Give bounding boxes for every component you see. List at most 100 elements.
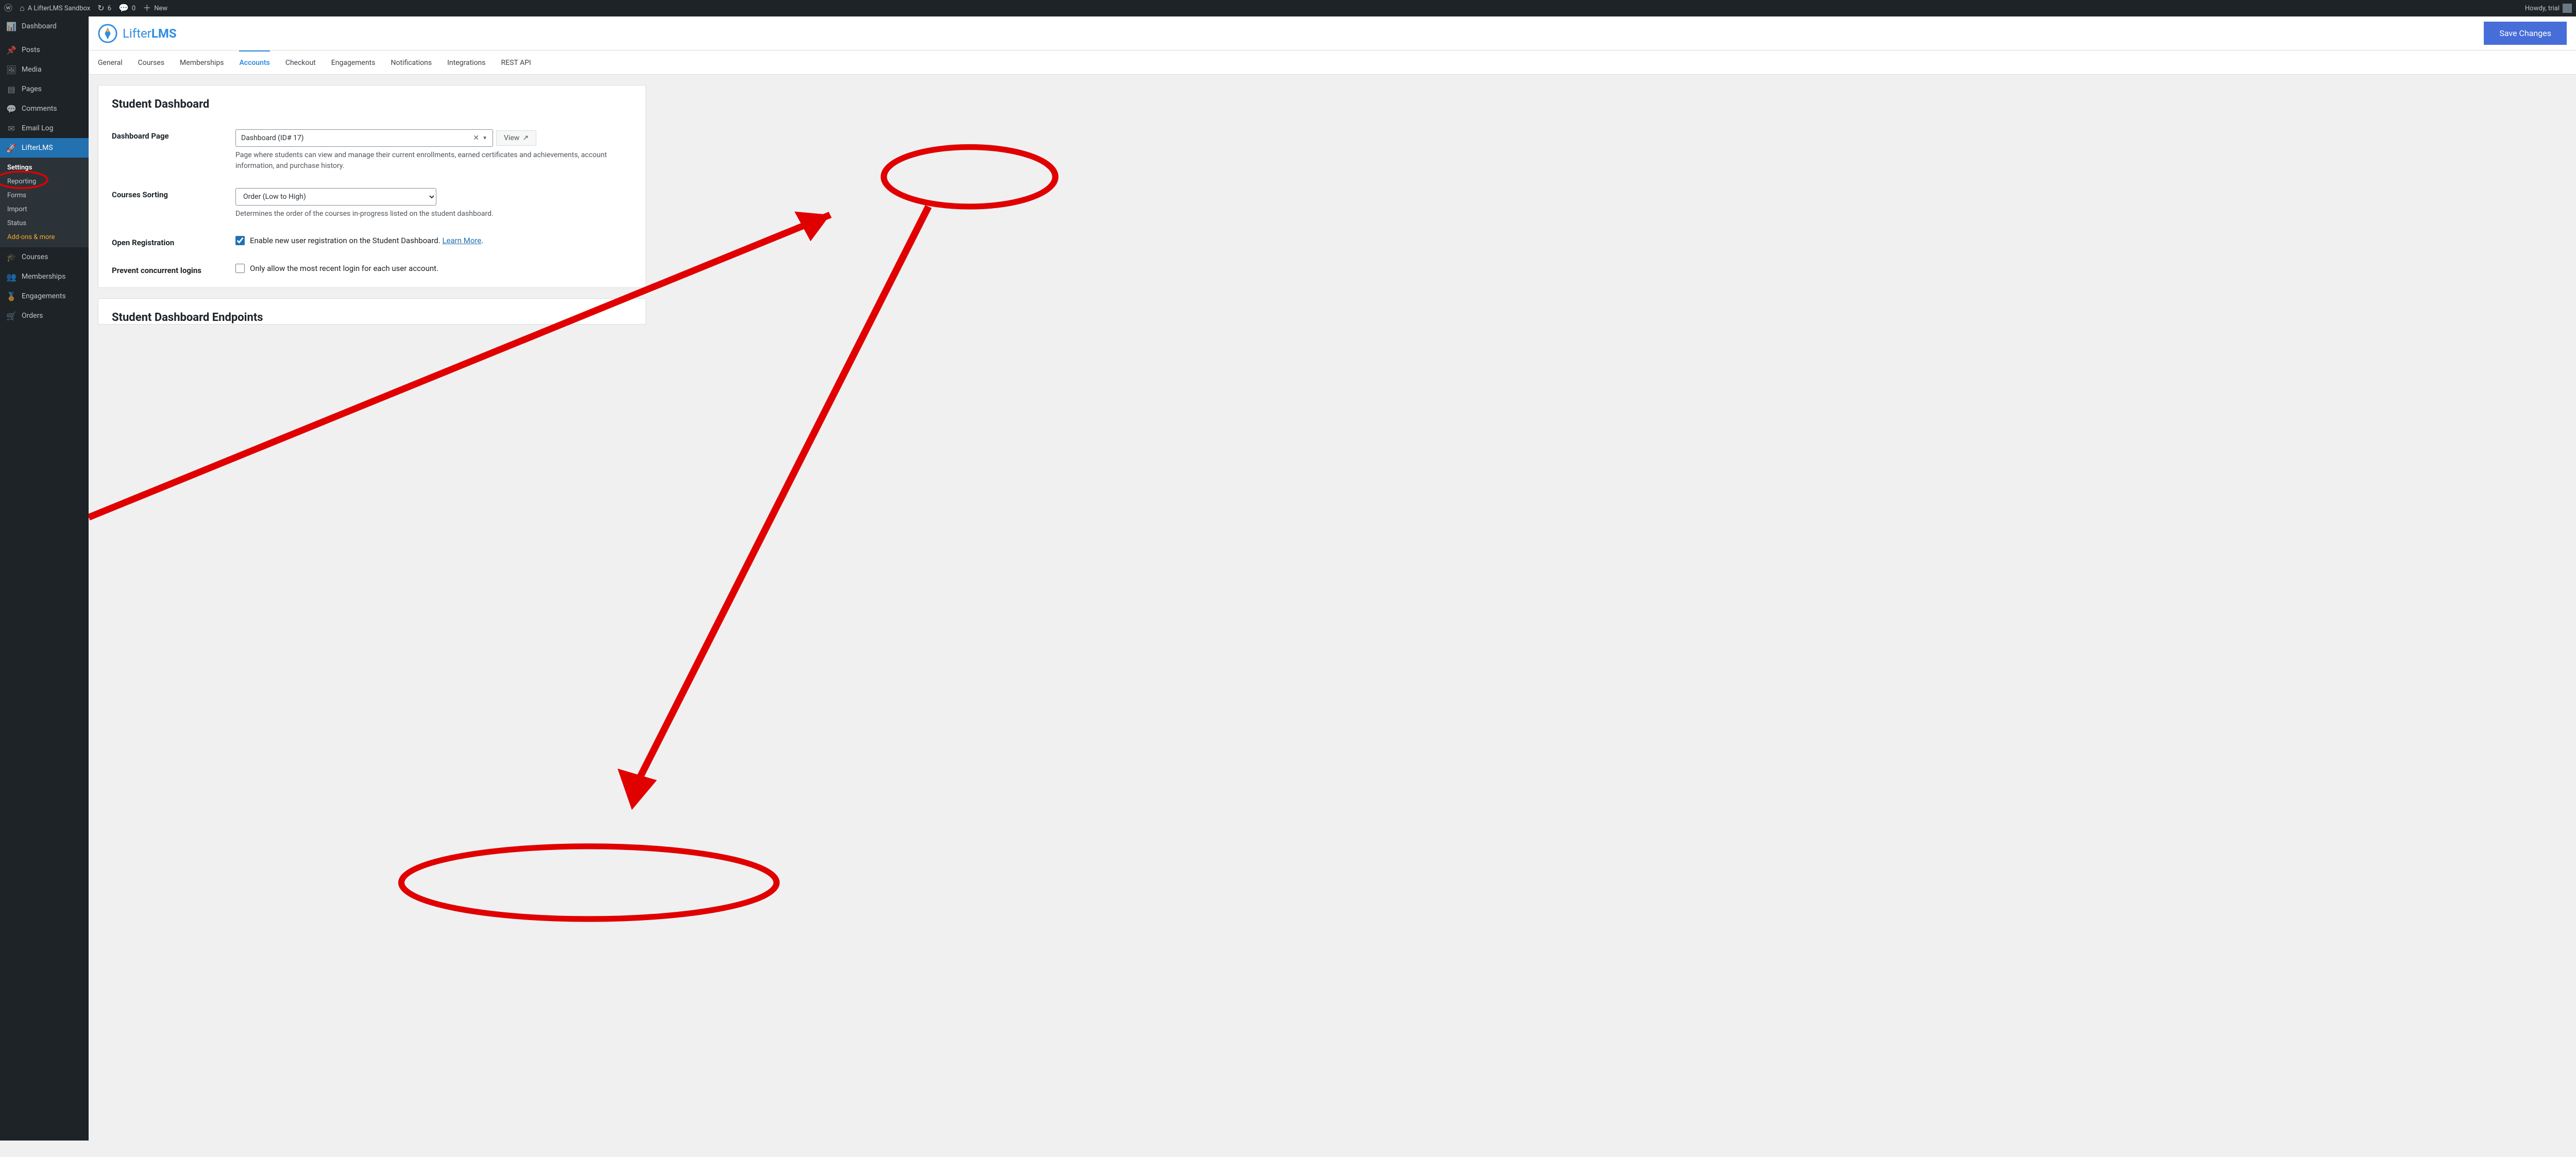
sidebar-item-dashboard[interactable]: 📊 Dashboard [0,16,89,36]
sidebar-item-label: Orders [22,312,43,320]
tab-integrations[interactable]: Integrations [447,50,485,74]
sidebar-item-email-log[interactable]: ✉ Email Log [0,118,89,138]
view-label: View [504,134,519,142]
sidebar-item-label: LifterLMS [22,144,53,152]
dashboard-icon: 📊 [6,21,16,31]
sidebar-item-media[interactable]: 🖼 Media [0,60,89,79]
label-dashboard-page: Dashboard Page [112,129,235,141]
sidebar-item-label: Comments [22,105,57,113]
tab-accounts-highlight [884,147,1055,207]
sidebar-sub-status[interactable]: Status [0,216,89,230]
people-icon: 👥 [6,271,16,282]
rocket-icon: 🚀 [6,143,16,153]
comments-link[interactable]: 💬0 [118,4,135,12]
comments-count: 0 [132,5,135,12]
help-courses-sorting: Determines the order of the courses in-p… [235,209,627,219]
account-link[interactable]: Howdy, trial [2525,4,2572,13]
sidebar-item-label: Memberships [22,273,65,281]
badge-icon: 🏅 [6,291,16,301]
pages-icon: ▤ [6,84,16,94]
dashboard-page-select[interactable]: Dashboard (ID# 17) ✕ ▼ [235,129,493,147]
sidebar-item-label: Engagements [22,292,66,300]
label-courses-sorting: Courses Sorting [112,188,235,199]
sidebar-item-pages[interactable]: ▤ Pages [0,79,89,99]
graduation-icon: 🎓 [6,252,16,262]
site-name: A LifterLMS Sandbox [28,5,91,12]
prevent-concurrent-text: Only allow the most recent login for eac… [250,264,438,273]
sidebar-sub-addons[interactable]: Add-ons & more [0,230,89,244]
sidebar-item-lifterlms[interactable]: 🚀 LifterLMS [0,138,89,158]
open-registration-checkbox[interactable] [235,236,245,245]
sidebar-item-engagements[interactable]: 🏅 Engagements [0,286,89,306]
row-dashboard-page: Dashboard Page Dashboard (ID# 17) ✕ ▼ Vi… [112,129,632,172]
media-icon: 🖼 [6,64,16,75]
home-icon: ⌂ [20,4,25,12]
chevron-down-icon: ▼ [482,135,487,141]
admin-sidebar: 📊 Dashboard 📌 Posts 🖼 Media ▤ Pages 💬 Comment… [0,16,89,1141]
sidebar-sub-import[interactable]: Import [0,202,89,216]
sidebar-item-label: Courses [22,253,48,261]
updates-link[interactable]: ↻6 [97,4,111,12]
site-link[interactable]: ⌂A LifterLMS Sandbox [20,4,90,12]
label-prevent-concurrent: Prevent concurrent logins [112,264,235,275]
prevent-concurrent-checkbox[interactable] [235,264,245,273]
sidebar-item-courses[interactable]: 🎓 Courses [0,247,89,267]
clear-icon[interactable]: ✕ [470,134,482,142]
row-open-registration: Open Registration Enable new user regist… [112,236,632,247]
accounts-to-prevent-arrow [632,207,928,793]
updates-count: 6 [108,5,111,12]
cart-icon: 🛒 [6,311,16,321]
label-open-registration: Open Registration [112,236,235,247]
lifterlms-logo-icon [98,24,117,43]
tab-general[interactable]: General [98,50,123,74]
main-content: LifterLMS Save Changes General Courses M… [89,16,2576,1141]
brand-text: LifterLMS [123,26,177,41]
sidebar-sub-settings[interactable]: Settings [0,161,89,175]
sidebar-item-label: Email Log [22,124,54,132]
tab-accounts[interactable]: Accounts [239,50,269,74]
howdy-text: Howdy, trial [2525,5,2560,12]
tab-memberships[interactable]: Memberships [180,50,224,74]
sidebar-item-memberships[interactable]: 👥 Memberships [0,267,89,286]
external-link-icon: ↗ [522,134,529,142]
sidebar-item-posts[interactable]: 📌 Posts [0,40,89,60]
comment-icon: 💬 [6,104,16,114]
comment-icon: 💬 [118,4,129,12]
view-page-button[interactable]: View↗ [496,130,536,146]
sidebar-item-label: Posts [22,46,40,54]
sidebar-sub-forms[interactable]: Forms [0,189,89,202]
dashboard-page-value: Dashboard (ID# 17) [241,134,470,142]
sidebar-item-label: Dashboard [22,22,57,30]
row-prevent-concurrent: Prevent concurrent logins Only allow the… [112,264,632,275]
save-changes-button[interactable]: Save Changes [2484,22,2567,45]
endpoints-panel: Student Dashboard Endpoints [98,298,646,325]
avatar-icon [2563,4,2572,13]
page-header: LifterLMS Save Changes [89,16,2576,50]
tab-courses[interactable]: Courses [138,50,164,74]
admin-bar: ⓦ ⌂A LifterLMS Sandbox ↻6 💬0 ＋New Howdy,… [0,0,2576,16]
panel-title: Student Dashboard [112,98,632,111]
mail-icon: ✉ [6,123,16,133]
tab-checkout[interactable]: Checkout [285,50,316,74]
sidebar-submenu: Settings Reporting Forms Import Status A… [0,158,89,247]
student-dashboard-panel: Student Dashboard Dashboard Page Dashboa… [98,85,646,288]
wp-logo[interactable]: ⓦ [4,4,12,12]
courses-sorting-select[interactable]: Order (Low to High) [235,188,436,206]
pin-icon: 📌 [6,45,16,55]
sidebar-item-label: Media [22,65,42,74]
open-registration-text: Enable new user registration on the Stud… [250,236,483,245]
sidebar-item-comments[interactable]: 💬 Comments [0,99,89,118]
new-label: New [154,5,167,12]
row-courses-sorting: Courses Sorting Order (Low to High) Dete… [112,188,632,219]
tab-notifications[interactable]: Notifications [391,50,432,74]
settings-tabbar: General Courses Memberships Accounts Che… [89,50,2576,75]
endpoints-title: Student Dashboard Endpoints [112,311,632,324]
learn-more-link[interactable]: Learn More [442,236,481,245]
sidebar-item-orders[interactable]: 🛒 Orders [0,306,89,326]
sidebar-sub-reporting[interactable]: Reporting [0,175,89,189]
new-content-link[interactable]: ＋New [143,4,167,12]
tab-rest-api[interactable]: REST API [501,50,531,74]
sidebar-item-label: Pages [22,85,42,93]
wordpress-icon: ⓦ [4,4,12,12]
tab-engagements[interactable]: Engagements [331,50,376,74]
